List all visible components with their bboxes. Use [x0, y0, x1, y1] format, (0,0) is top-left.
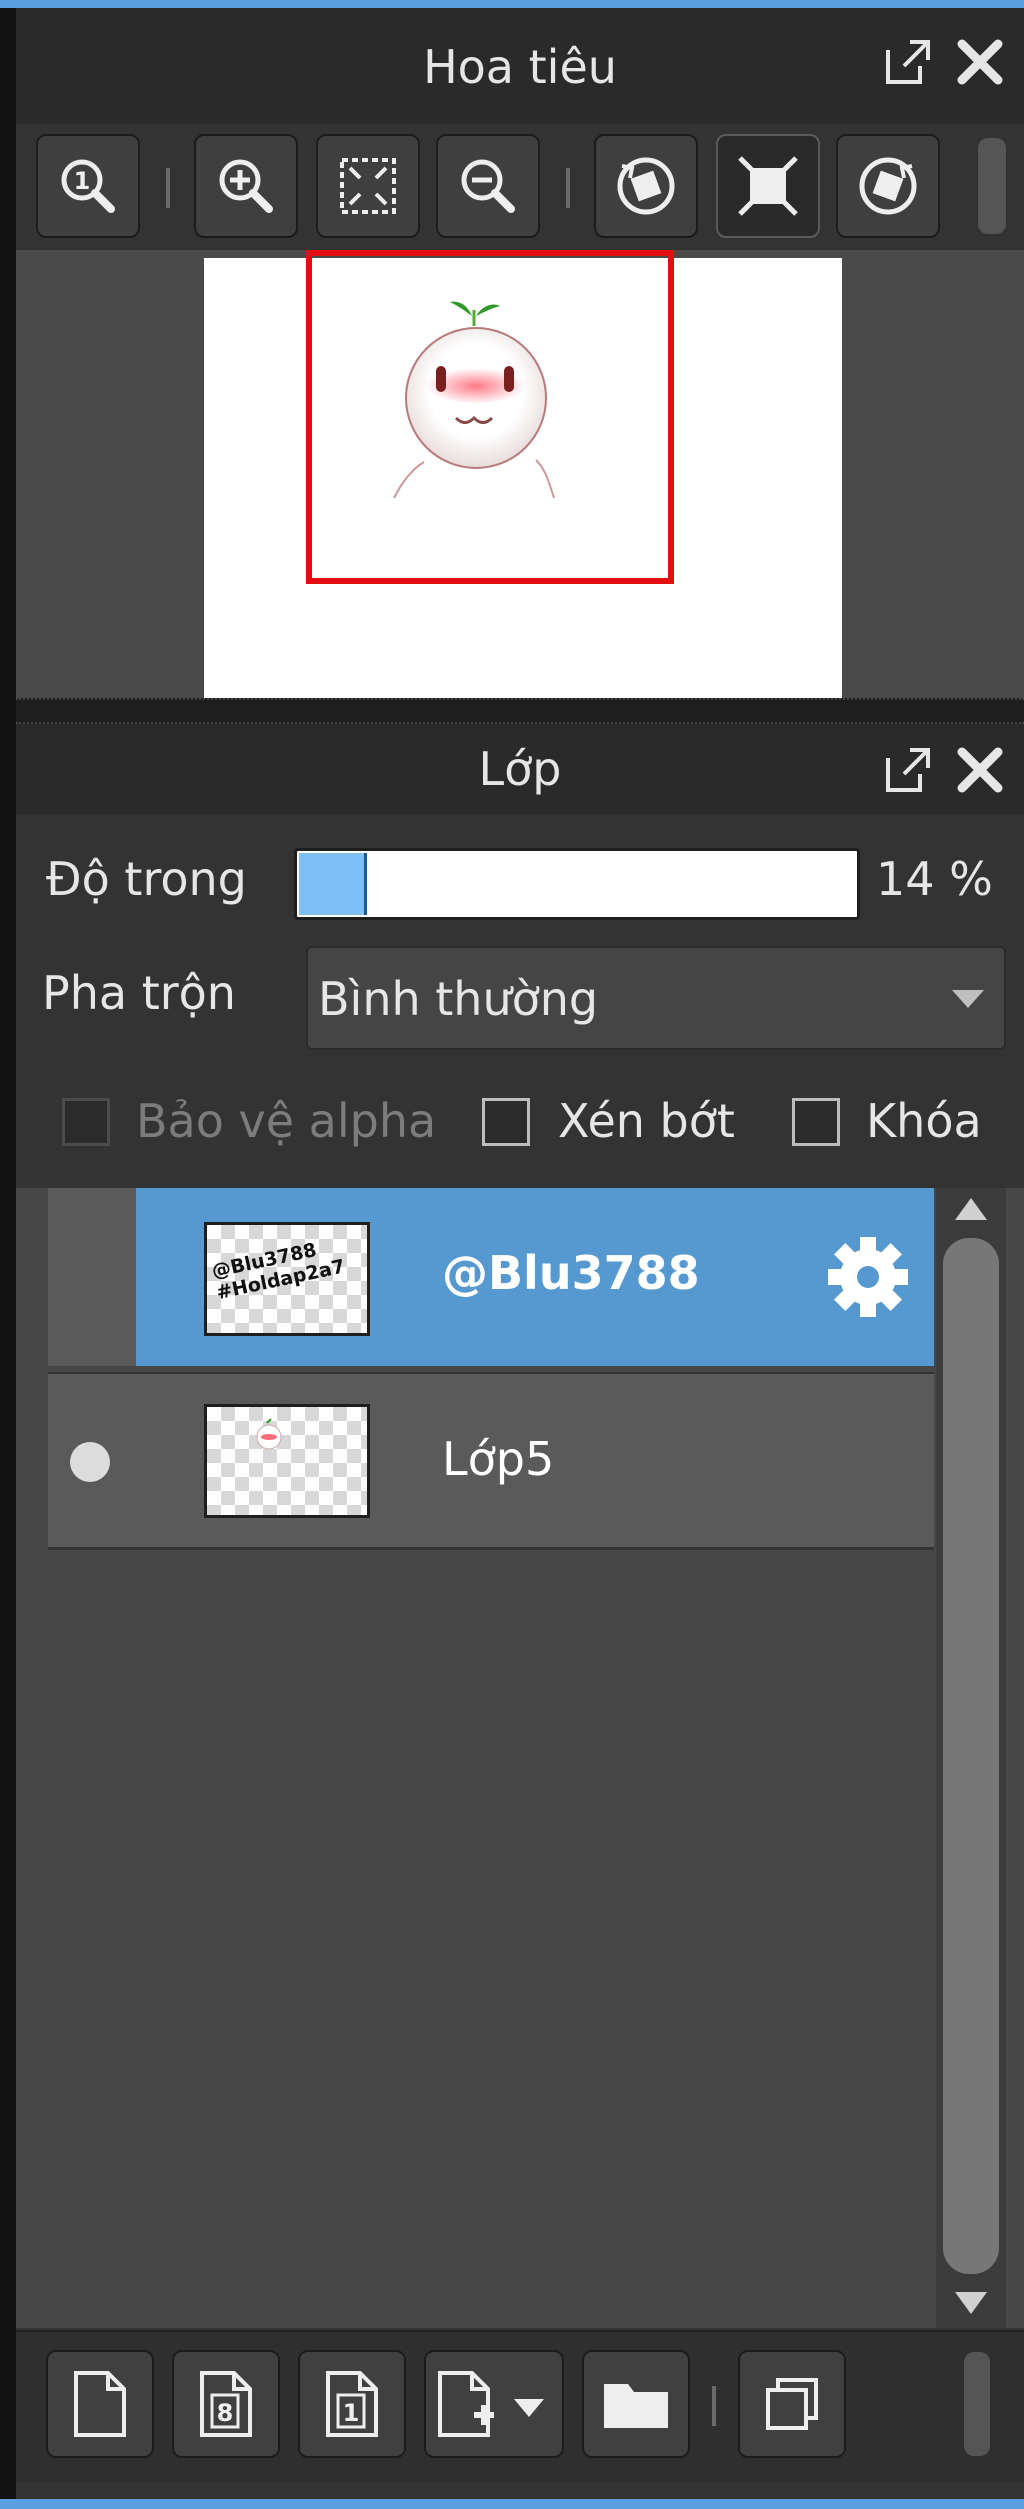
- clip-checkbox[interactable]: [482, 1098, 530, 1146]
- actual-size-icon: 1: [61, 159, 115, 213]
- layer-item-selected[interactable]: @Blu3788 #Holdap2a7 @Blu3788: [48, 1188, 934, 1366]
- opacity-slider[interactable]: [294, 848, 860, 920]
- new-8bit-layer-icon: 8: [200, 2371, 252, 2437]
- layers-bottom-toolbar: 8 1: [16, 2330, 1024, 2482]
- lock-checkbox[interactable]: [792, 1098, 840, 1146]
- new-8bit-layer-button[interactable]: 8: [172, 2350, 280, 2458]
- duplicate-layer-icon: [766, 2378, 818, 2430]
- top-accent-line: [0, 0, 1024, 8]
- add-layer-menu-button[interactable]: [424, 2350, 564, 2458]
- blend-label: Pha trộn: [42, 966, 236, 1020]
- navigator-preview[interactable]: [16, 250, 1024, 698]
- preview-canvas: [204, 250, 842, 698]
- fit-screen-icon: [340, 158, 396, 214]
- rotate-right-icon: [859, 157, 917, 215]
- svg-text:8: 8: [217, 2399, 234, 2427]
- lock-label: Khóa: [866, 1094, 982, 1148]
- new-1bit-layer-icon: 1: [326, 2371, 378, 2437]
- duplicate-layer-button[interactable]: [738, 2350, 846, 2458]
- toolbar-scroll-handle[interactable]: [978, 138, 1006, 234]
- layers-title-bar: Lớp: [16, 724, 1024, 814]
- viewport-frame[interactable]: [306, 250, 674, 584]
- opacity-value: 14 %: [876, 852, 993, 906]
- layer-list[interactable]: @Blu3788 #Holdap2a7 @Blu3788 Lớp5: [16, 1188, 1024, 2328]
- new-layer-icon: [74, 2371, 126, 2437]
- fit-window-icon: [738, 156, 798, 216]
- clip-label: Xén bớt: [558, 1094, 735, 1148]
- left-gutter: [0, 8, 16, 2509]
- gear-icon[interactable]: [826, 1235, 910, 1319]
- alpha-protect-checkbox[interactable]: [62, 1098, 110, 1146]
- folder-icon: [604, 2384, 668, 2428]
- actual-size-button[interactable]: 1: [36, 134, 140, 238]
- zoom-in-button[interactable]: [194, 134, 298, 238]
- zoom-out-icon: [461, 159, 515, 213]
- toolbar-separator: [566, 168, 570, 208]
- rotate-right-button[interactable]: [836, 134, 940, 238]
- navigator-title-bar: Hoa tiêu: [16, 8, 1024, 126]
- layers-panel: Lớp Độ trong 14 % Pha trộn Bình thường B…: [16, 724, 1024, 2499]
- popout-icon[interactable]: [882, 744, 934, 796]
- add-layer-menu-icon: [438, 2371, 544, 2437]
- layer-name: Lớp5: [442, 1432, 555, 1486]
- layer-visibility-dot[interactable]: [70, 1442, 110, 1482]
- thumbnail-character: [256, 1418, 282, 1450]
- blend-select[interactable]: Bình thường: [306, 946, 1006, 1050]
- opacity-label: Độ trong: [46, 852, 247, 906]
- toolbar-separator: [166, 168, 170, 208]
- popout-icon[interactable]: [882, 36, 934, 88]
- close-icon[interactable]: [954, 36, 1006, 88]
- fit-window-button[interactable]: [716, 134, 820, 238]
- svg-text:1: 1: [343, 2399, 360, 2427]
- new-1bit-layer-button[interactable]: 1: [298, 2350, 406, 2458]
- new-layer-button[interactable]: [46, 2350, 154, 2458]
- layer-name: @Blu3788: [442, 1246, 700, 1300]
- layer-item[interactable]: Lớp5: [48, 1372, 934, 1550]
- chevron-down-icon: [952, 990, 984, 1008]
- zoom-out-button[interactable]: [436, 134, 540, 238]
- zoom-in-icon: [219, 159, 273, 213]
- navigator-toolbar: 1: [16, 124, 1024, 250]
- navigator-title: Hoa tiêu: [423, 40, 617, 94]
- panel-splitter[interactable]: [16, 698, 1024, 724]
- navigator-panel: Hoa tiêu 1: [16, 8, 1024, 698]
- bottom-accent-line: [0, 2499, 1024, 2509]
- blend-select-value: Bình thường: [318, 972, 599, 1026]
- scroll-up-icon[interactable]: [951, 1194, 991, 1224]
- layer-thumbnail: [204, 1404, 370, 1518]
- scroll-thumb[interactable]: [943, 1238, 999, 2274]
- layer-visibility-cell[interactable]: [48, 1188, 136, 1366]
- scroll-down-icon[interactable]: [951, 2288, 991, 2318]
- toolbar-separator: [712, 2386, 716, 2426]
- thumbnail-text: @Blu3788 #Holdap2a7: [209, 1238, 347, 1305]
- alpha-protect-label: Bảo vệ alpha: [136, 1094, 437, 1148]
- layer-list-scrollbar[interactable]: [936, 1188, 1006, 2328]
- layer-thumbnail: @Blu3788 #Holdap2a7: [204, 1222, 370, 1336]
- new-folder-button[interactable]: [582, 2350, 690, 2458]
- bottom-toolbar-scroll-handle[interactable]: [964, 2352, 990, 2456]
- close-icon[interactable]: [954, 744, 1006, 796]
- svg-text:1: 1: [74, 167, 91, 195]
- rotate-left-icon: [617, 157, 675, 215]
- fit-screen-button[interactable]: [316, 134, 420, 238]
- rotate-left-button[interactable]: [594, 134, 698, 238]
- layers-title: Lớp: [478, 742, 562, 796]
- opacity-slider-fill: [299, 853, 367, 915]
